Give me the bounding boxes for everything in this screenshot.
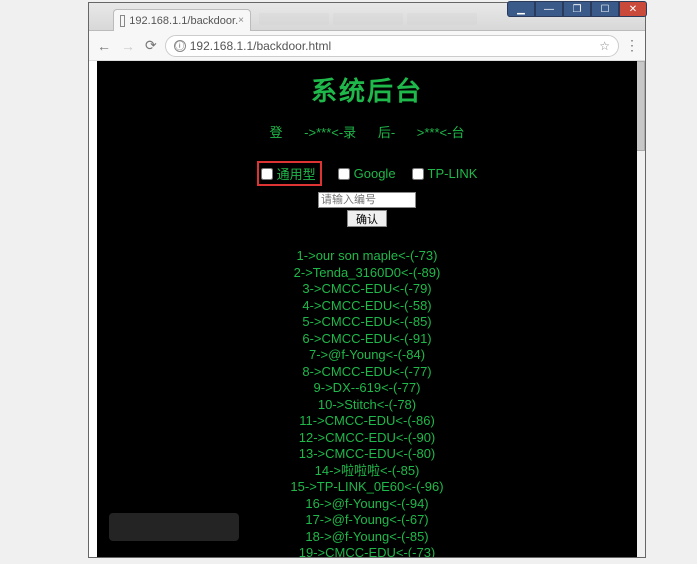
watermark bbox=[109, 513, 239, 541]
wifi-list-item: 5->CMCC-EDU<-(-85) bbox=[97, 314, 637, 331]
titlebar: 192.168.1.1/backdoor. × ▁ — ❐ ☐ ✕ bbox=[89, 3, 645, 31]
ghost-tabs bbox=[259, 13, 477, 25]
window-close-button[interactable]: ✕ bbox=[619, 1, 647, 17]
back-button[interactable]: ← bbox=[95, 36, 113, 56]
wifi-list-item: 15->TP-LINK_0E60<-(-96) bbox=[97, 479, 637, 496]
wifi-list-item: 8->CMCC-EDU<-(-77) bbox=[97, 364, 637, 381]
window-dash-button[interactable]: ▁ bbox=[507, 1, 535, 17]
wifi-list-item: 4->CMCC-EDU<-(-58) bbox=[97, 298, 637, 315]
wifi-list-item: 2->Tenda_3160D0<-(-89) bbox=[97, 265, 637, 282]
wifi-list-item: 16->@f-Young<-(-94) bbox=[97, 496, 637, 513]
wifi-list-item: 7->@f-Young<-(-84) bbox=[97, 347, 637, 364]
option-google[interactable]: Google bbox=[338, 161, 396, 186]
option-tplink[interactable]: TP-LINK bbox=[412, 161, 478, 186]
wifi-list: 1->our son maple<-(-73)2->Tenda_3160D0<-… bbox=[97, 248, 637, 557]
wifi-list-item: 9->DX--619<-(-77) bbox=[97, 380, 637, 397]
browser-menu-button[interactable]: ⋮ bbox=[625, 37, 639, 54]
wifi-list-item: 10->Stitch<-(-78) bbox=[97, 397, 637, 414]
page-content: 系统后台 登 ->***<-录 后- >***<-台 通用型 Google TP… bbox=[97, 61, 637, 557]
wifi-list-item: 1->our son maple<-(-73) bbox=[97, 248, 637, 265]
wifi-list-item: 6->CMCC-EDU<-(-91) bbox=[97, 331, 637, 348]
option-generic[interactable]: 通用型 bbox=[257, 161, 322, 186]
browser-tab[interactable]: 192.168.1.1/backdoor. × bbox=[113, 9, 251, 31]
window-minimize-button[interactable]: — bbox=[535, 1, 563, 17]
window-maximize-button[interactable]: ☐ bbox=[591, 1, 619, 17]
wifi-list-item: 11->CMCC-EDU<-(-86) bbox=[97, 413, 637, 430]
bookmark-star-icon[interactable]: ☆ bbox=[599, 39, 610, 53]
wifi-list-item: 13->CMCC-EDU<-(-80) bbox=[97, 446, 637, 463]
wifi-list-item: 14->啦啦啦<-(-85) bbox=[97, 463, 637, 480]
checkbox-google[interactable] bbox=[338, 168, 350, 180]
checkbox-tplink[interactable] bbox=[412, 168, 424, 180]
url-field[interactable]: ⓘ 192.168.1.1/backdoor.html ☆ bbox=[165, 35, 619, 57]
wifi-list-item: 3->CMCC-EDU<-(-79) bbox=[97, 281, 637, 298]
viewport: 系统后台 登 ->***<-录 后- >***<-台 通用型 Google TP… bbox=[89, 61, 645, 557]
reload-button[interactable]: ⟳ bbox=[143, 35, 159, 56]
window-restore-button[interactable]: ❐ bbox=[563, 1, 591, 17]
wifi-list-item: 19->CMCC-EDU<-(-73) bbox=[97, 545, 637, 557]
page-icon bbox=[120, 15, 125, 27]
tab-title: 192.168.1.1/backdoor. bbox=[129, 15, 238, 27]
browser-window: 192.168.1.1/backdoor. × ▁ — ❐ ☐ ✕ ← → ⟳ … bbox=[88, 2, 646, 558]
checkbox-generic[interactable] bbox=[261, 168, 273, 180]
info-icon[interactable]: ⓘ bbox=[174, 40, 186, 52]
close-tab-icon[interactable]: × bbox=[238, 15, 244, 26]
number-input[interactable] bbox=[318, 192, 416, 208]
url-text: 192.168.1.1/backdoor.html bbox=[190, 39, 331, 53]
login-status: 登 ->***<-录 后- >***<-台 bbox=[97, 122, 637, 161]
confirm-button[interactable]: 确认 bbox=[347, 210, 387, 227]
address-bar: ← → ⟳ ⓘ 192.168.1.1/backdoor.html ☆ ⋮ bbox=[89, 31, 645, 61]
wifi-list-item: 12->CMCC-EDU<-(-90) bbox=[97, 430, 637, 447]
forward-button[interactable]: → bbox=[119, 36, 137, 56]
options-row: 通用型 Google TP-LINK bbox=[97, 161, 637, 190]
page-title: 系统后台 bbox=[97, 61, 637, 122]
